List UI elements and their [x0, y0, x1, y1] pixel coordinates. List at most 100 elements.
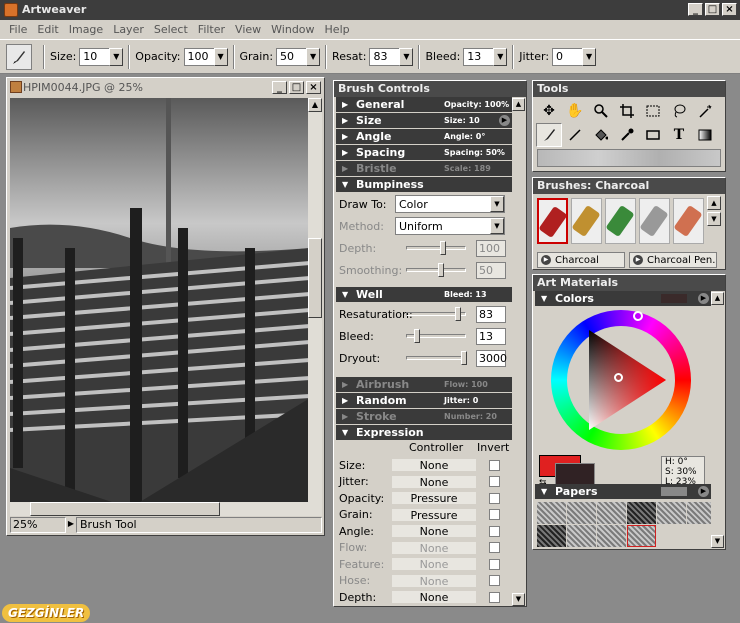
dryout-input[interactable]: 3000 [476, 349, 507, 367]
close-button[interactable]: × [722, 3, 737, 16]
scroll-thumb[interactable] [308, 238, 322, 318]
section-papers[interactable]: ▼ Papers ▶ [535, 484, 711, 499]
section-size[interactable]: ▶ Size Size: 10 ▶ [336, 113, 512, 128]
circle-arrow-icon[interactable]: ▶ [499, 115, 510, 126]
chevron-down-icon[interactable]: ▼ [213, 47, 228, 66]
menu-window[interactable]: Window [266, 20, 319, 39]
bleed-combo[interactable]: 13 ▼ [463, 47, 508, 66]
rectangle-select-icon[interactable] [640, 99, 666, 123]
circle-arrow-icon[interactable]: ▶ [698, 486, 709, 497]
eyedropper-icon[interactable] [614, 123, 640, 147]
minimize-button[interactable]: _ [688, 3, 703, 16]
paper-texture-preview[interactable] [537, 149, 721, 167]
section-random[interactable]: ▶ Random Jitter: 0 [336, 393, 512, 408]
menu-help[interactable]: Help [320, 20, 355, 39]
invert-checkbox[interactable] [489, 492, 500, 504]
menu-file[interactable]: File [4, 20, 32, 39]
invert-checkbox[interactable] [489, 591, 500, 603]
paper-texture[interactable] [567, 502, 596, 524]
paper-texture[interactable] [537, 502, 566, 524]
smoothing-input[interactable]: 50 [476, 261, 506, 279]
rectangle-shape-icon[interactable] [640, 123, 666, 147]
paper-texture[interactable] [567, 525, 596, 547]
brush-controls-scrollbar[interactable]: ▲ ▼ [512, 98, 525, 606]
brush-category-select[interactable]: ▶ Charcoal [537, 252, 625, 268]
canvas-photo[interactable] [10, 98, 310, 516]
section-bumpiness[interactable]: ▼ Bumpiness [336, 177, 512, 192]
menu-layer[interactable]: Layer [108, 20, 149, 39]
color-marker[interactable] [614, 373, 623, 382]
crop-icon[interactable] [614, 99, 640, 123]
controller-select[interactable]: Pressure [391, 507, 477, 522]
depth-slider[interactable] [406, 241, 466, 255]
smoothing-slider[interactable] [406, 263, 466, 277]
document-vertical-scrollbar[interactable]: ▲ [308, 98, 322, 516]
maximize-button[interactable]: □ [705, 3, 720, 16]
brush-preset-eraser[interactable] [639, 198, 670, 244]
move-icon[interactable]: ✥ [536, 99, 562, 123]
menu-image[interactable]: Image [64, 20, 108, 39]
section-stroke[interactable]: ▶ Stroke Number: 20 [336, 409, 512, 424]
doc-minimize-button[interactable]: _ [272, 81, 287, 94]
hue-ring[interactable] [551, 310, 691, 450]
bleed-slider[interactable] [406, 329, 466, 343]
slider-knob[interactable] [438, 263, 444, 277]
chevron-down-icon[interactable]: ▼ [582, 47, 597, 66]
invert-checkbox[interactable] [489, 525, 500, 537]
scroll-up-arrow-icon[interactable]: ▲ [711, 292, 724, 305]
section-expression[interactable]: ▼ Expression [336, 425, 512, 440]
brush-preset-pen-green[interactable] [605, 198, 636, 244]
brush-preset-icon[interactable] [6, 43, 32, 70]
slider-knob[interactable] [414, 329, 420, 343]
resaturation-slider[interactable] [406, 307, 466, 321]
resat-combo[interactable]: 83 ▼ [369, 47, 414, 66]
invert-checkbox[interactable] [489, 575, 500, 587]
document-title-bar[interactable]: HPIM0044.JPG @ 25% _ □ × [7, 78, 324, 97]
grain-combo[interactable]: 50 ▼ [276, 47, 321, 66]
scroll-up-arrow-icon[interactable]: ▲ [308, 98, 322, 112]
document-horizontal-scrollbar[interactable] [10, 502, 310, 516]
menu-view[interactable]: View [230, 20, 266, 39]
scroll-down-arrow-icon[interactable]: ▼ [512, 593, 525, 606]
menu-select[interactable]: Select [149, 20, 193, 39]
section-angle[interactable]: ▶ Angle Angle: 0° [336, 129, 512, 144]
scroll-up-arrow-icon[interactable]: ▲ [707, 196, 721, 210]
chevron-down-icon[interactable]: ▼ [493, 47, 508, 66]
jitter-combo[interactable]: 0 ▼ [552, 47, 597, 66]
brush-preset-charcoal-red[interactable] [537, 198, 568, 244]
menu-filter[interactable]: Filter [193, 20, 230, 39]
draw-to-dropdown[interactable]: Color ▼ [395, 195, 505, 213]
paper-texture[interactable] [627, 502, 656, 524]
opacity-combo[interactable]: 100 ▼ [183, 47, 228, 66]
circle-arrow-icon[interactable]: ▶ [698, 293, 709, 304]
depth-input[interactable]: 100 [476, 239, 506, 257]
text-tool-icon[interactable]: T [666, 123, 692, 147]
resaturation-input[interactable]: 83 [476, 305, 506, 323]
doc-close-button[interactable]: × [306, 81, 321, 94]
zoom-icon[interactable] [588, 99, 614, 123]
scroll-up-arrow-icon[interactable]: ▲ [512, 98, 525, 111]
section-airbrush[interactable]: ▶ Airbrush Flow: 100 [336, 377, 512, 392]
brush-preset-pencil[interactable] [571, 198, 602, 244]
zoom-level[interactable]: 25% [10, 517, 66, 533]
lasso-icon[interactable] [666, 99, 692, 123]
controller-select[interactable]: None [391, 524, 477, 539]
invert-checkbox[interactable] [489, 558, 500, 570]
invert-checkbox[interactable] [489, 476, 500, 488]
scroll-down-arrow-icon[interactable]: ▼ [707, 212, 721, 226]
slider-knob[interactable] [440, 241, 446, 255]
controller-select[interactable]: None [391, 540, 477, 555]
chevron-down-icon[interactable]: ▼ [490, 196, 504, 212]
gradient-tool-icon[interactable] [692, 123, 718, 147]
chevron-down-icon[interactable]: ▼ [109, 47, 124, 66]
scroll-thumb[interactable] [30, 502, 220, 516]
controller-select[interactable]: None [391, 573, 477, 588]
menu-edit[interactable]: Edit [32, 20, 63, 39]
controller-select[interactable]: None [391, 590, 477, 605]
size-combo[interactable]: 10 ▼ [79, 47, 124, 66]
controller-select[interactable]: None [391, 474, 477, 489]
paint-bucket-icon[interactable] [588, 123, 614, 147]
controller-select[interactable]: None [391, 557, 477, 572]
paper-texture[interactable] [657, 502, 686, 524]
brush-tool-icon[interactable] [536, 123, 562, 147]
